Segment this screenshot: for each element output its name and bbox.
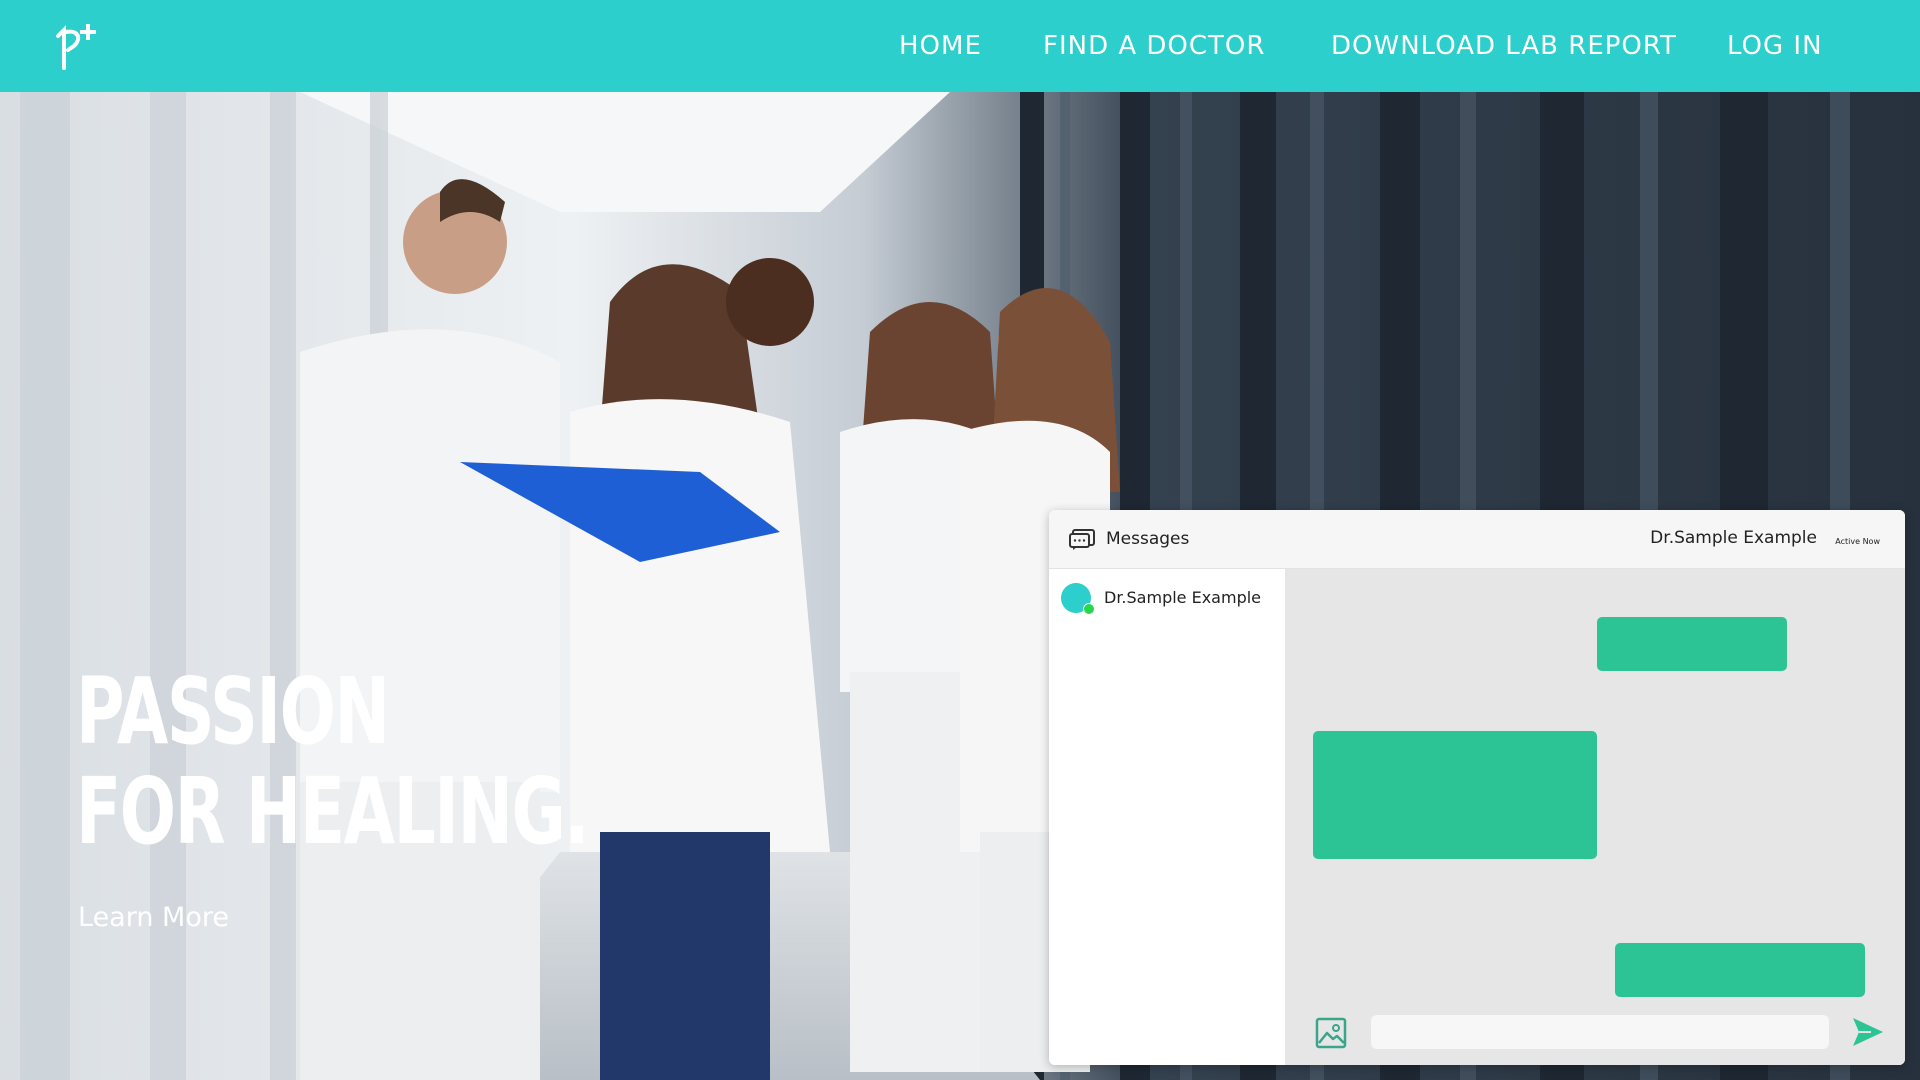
sent-message-bubble	[1597, 617, 1787, 671]
conversation-pane	[1285, 569, 1905, 1065]
plus-cross-logo-icon[interactable]	[52, 18, 112, 72]
nav-find-a-doctor[interactable]: FIND A DOCTOR	[1043, 30, 1265, 62]
contact-item[interactable]: Dr.Sample Example	[1061, 579, 1281, 615]
learn-more-link[interactable]: Learn More	[78, 902, 229, 933]
sent-message-bubble	[1615, 943, 1865, 997]
nav-log-in[interactable]: LOG IN	[1727, 30, 1823, 62]
image-icon[interactable]	[1315, 1017, 1347, 1049]
top-navbar: HOME FIND A DOCTOR DOWNLOAD LAB REPORT L…	[0, 0, 1920, 92]
contact-name: Dr.Sample Example	[1104, 588, 1262, 607]
messages-chat-window: Messages Dr.Sample Example Active Now Dr…	[1049, 510, 1905, 1065]
contacts-list: Dr.Sample Example	[1049, 569, 1285, 1065]
messages-title: Messages	[1106, 529, 1190, 549]
chat-bubble-icon	[1069, 529, 1095, 551]
hero-headline-line-1: PASSION	[76, 658, 390, 765]
hero-headline: PASSION FOR HEALING.	[76, 658, 590, 865]
send-arrow-icon[interactable]	[1851, 1016, 1885, 1048]
active-status-label: Active Now	[1835, 537, 1880, 546]
message-input[interactable]	[1371, 1015, 1829, 1049]
received-message-bubble	[1313, 731, 1597, 859]
chat-header: Messages Dr.Sample Example Active Now	[1049, 510, 1905, 569]
online-status-dot	[1083, 603, 1095, 615]
hero-headline-line-2: FOR HEALING.	[76, 758, 590, 865]
active-contact-name: Dr.Sample Example	[1650, 528, 1817, 548]
landing-page: HOME FIND A DOCTOR DOWNLOAD LAB REPORT L…	[0, 0, 1920, 1080]
nav-home[interactable]: HOME	[899, 30, 982, 62]
nav-download-lab-report[interactable]: DOWNLOAD LAB REPORT	[1331, 30, 1677, 62]
